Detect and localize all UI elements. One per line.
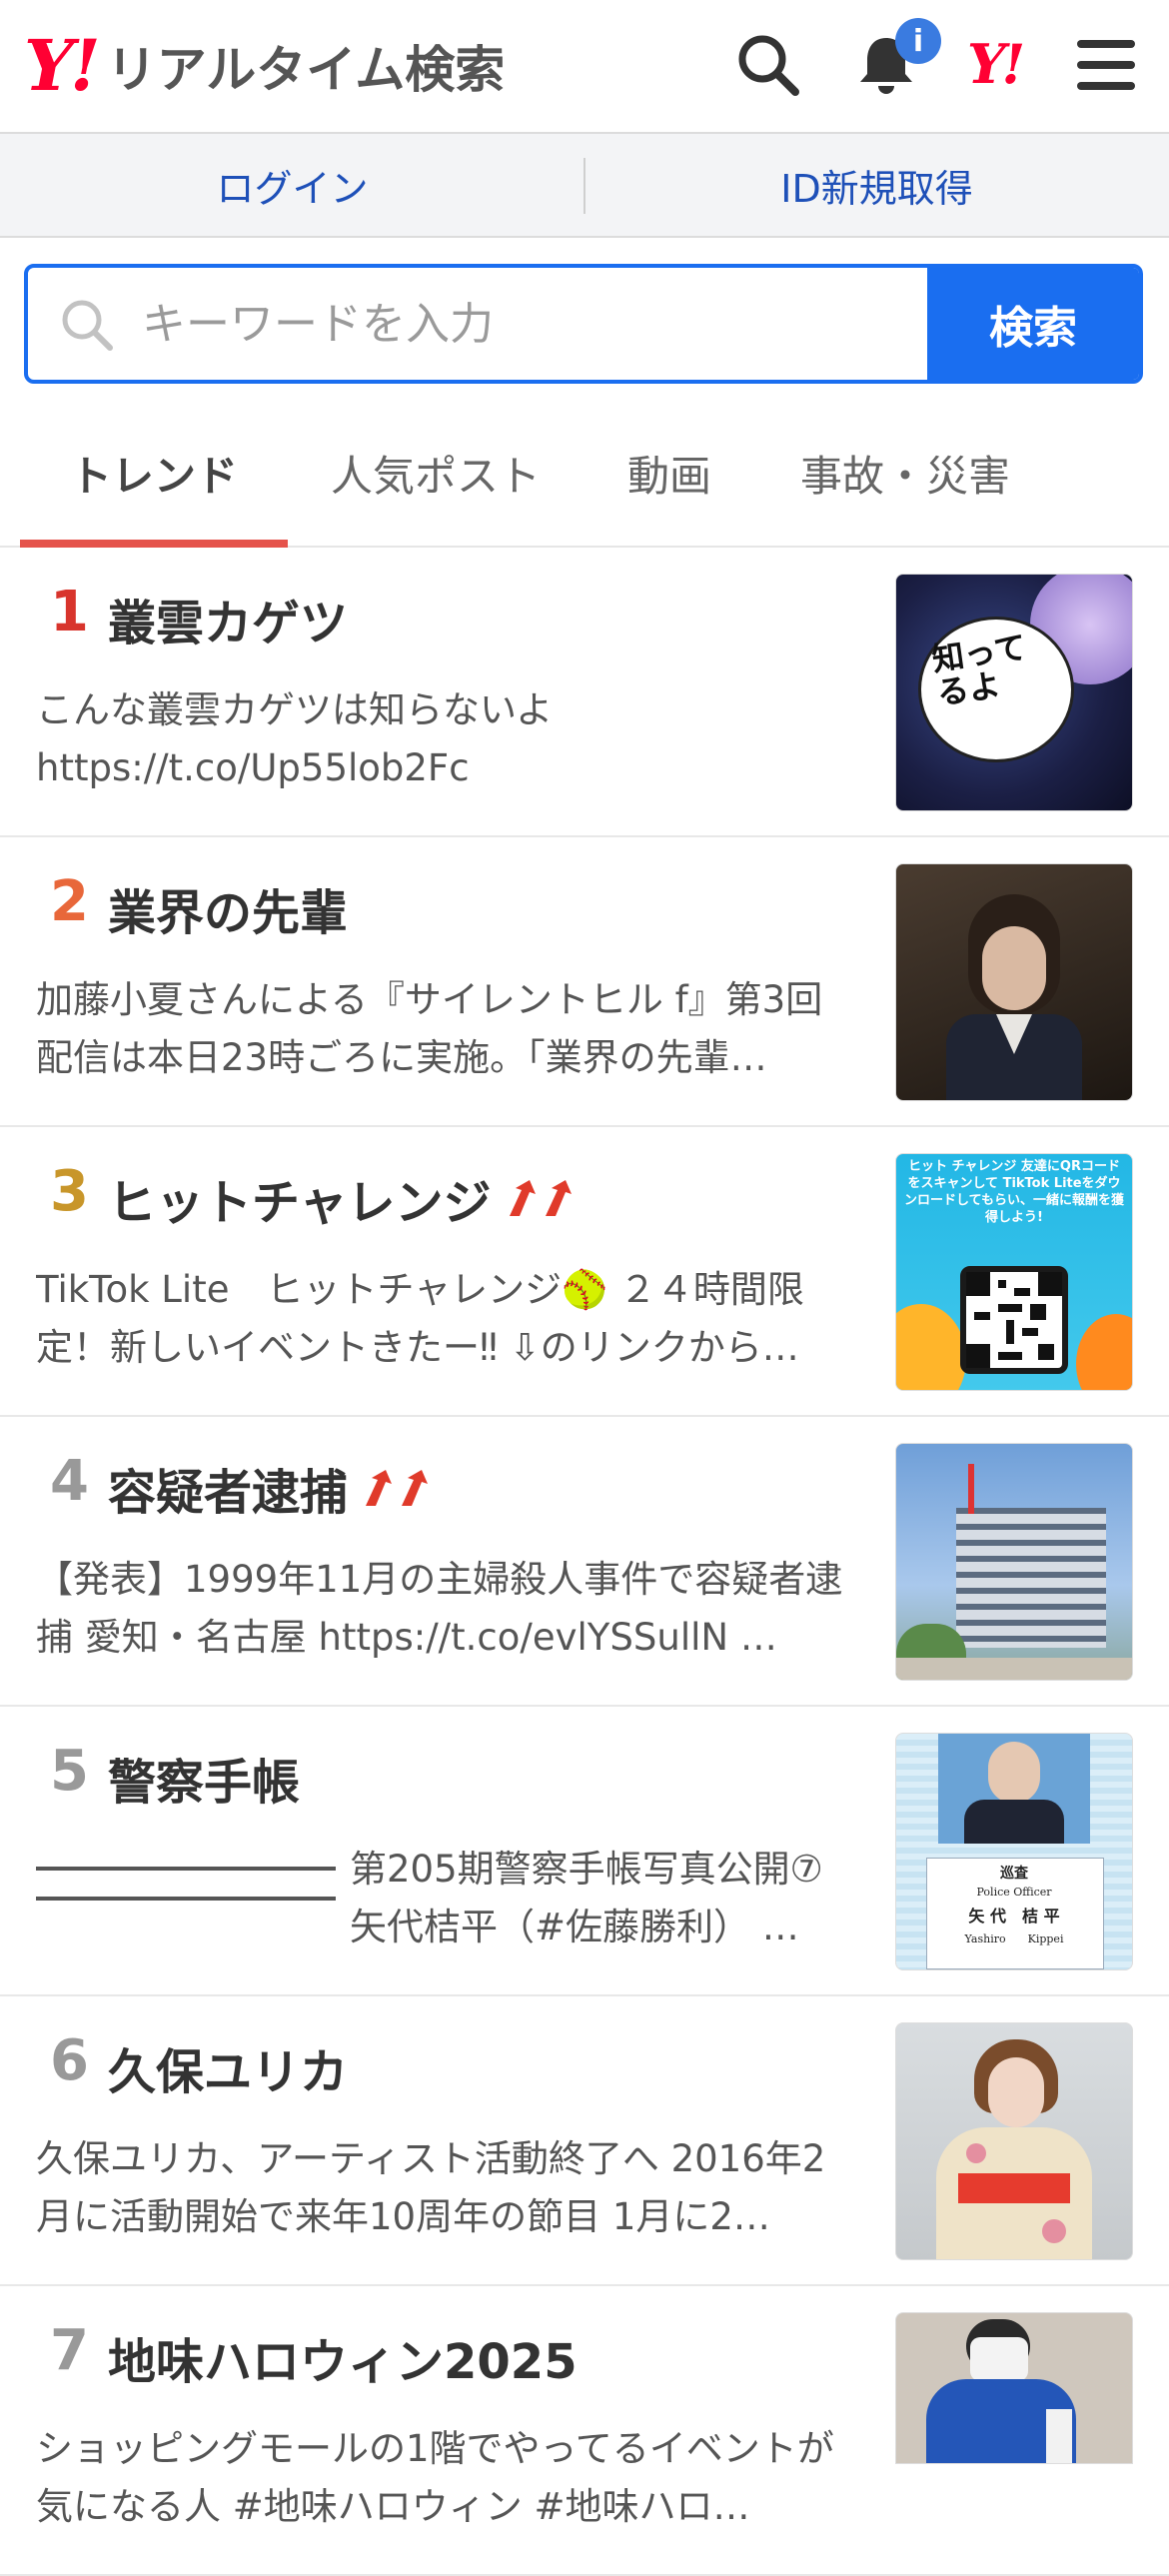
rank-number: 3	[50, 1159, 89, 1224]
trend-thumbnail[interactable]	[895, 2022, 1133, 2260]
trend-title: ヒットチャレンジ	[108, 1175, 492, 1231]
account-bar: ログイン ID新規取得	[0, 134, 1169, 238]
trend-thumbnail[interactable]: 知ってるよ	[895, 574, 1133, 811]
yahoo-realtime-logo[interactable]: Y! リアルタイム検索	[24, 26, 505, 106]
logo-title: リアルタイム検索	[106, 41, 506, 99]
rising-arrows-icon	[362, 1466, 442, 1510]
trend-thumbnail[interactable]	[895, 863, 1133, 1101]
trend-item[interactable]: 2 業界の先輩 加藤小夏さんによる『サイレントヒル f』第3回配信は本日23時ご…	[0, 837, 1169, 1127]
search-icon[interactable]	[733, 30, 803, 100]
trend-description: 【発表】1999年11月の主婦殺人事件で容疑者逮捕 愛知・名古屋 https:/…	[36, 1558, 843, 1659]
divider	[584, 158, 585, 214]
search-field[interactable]	[28, 268, 927, 380]
trend-description: 久保ユリカ、アーティスト活動終了へ 2016年2月に活動開始で来年10周年の節目…	[36, 2137, 826, 2238]
trend-description: TikTok Lite ヒットチャレンジ🥎 ２４時間限定！新しいイベントきたー‼…	[36, 1268, 804, 1369]
trend-title-row[interactable]: ヒットチャレンジ	[108, 1163, 585, 1233]
description-line-1: 第205期警察手帳写真公開⑦	[350, 1848, 823, 1891]
search-button[interactable]: 検索	[927, 268, 1139, 380]
trend-item[interactable]: 4 容疑者逮捕 【発表】1999年11月の主婦殺人事件で容疑者逮捕 愛知・名古屋…	[0, 1417, 1169, 1707]
trend-description: ショッピングモールの1階でやってるイベントが気になる人 #地味ハロウィン #地味…	[36, 2427, 834, 2528]
rank-number: 5	[50, 1739, 89, 1804]
separator-lines	[36, 1841, 336, 1927]
trend-item[interactable]: 6 久保ユリカ 久保ユリカ、アーティスト活動終了へ 2016年2月に活動開始で来…	[0, 1996, 1169, 2286]
search-field-icon	[58, 296, 114, 352]
description-line-2: 矢代桔平（#佐藤勝利） …	[350, 1906, 799, 1948]
rising-arrows-icon	[506, 1176, 585, 1220]
trend-title: 容疑者逮捕	[108, 1465, 349, 1521]
notification-badge[interactable]: i	[895, 18, 941, 64]
badge-rank: 巡査	[1000, 1866, 1028, 1882]
search-box: 検索	[24, 264, 1143, 384]
trend-item[interactable]: 1 叢雲カゲツ こんな叢雲カゲツは知らないよ https://t.co/Up55…	[0, 548, 1169, 837]
trend-item[interactable]: 3 ヒットチャレンジ TikTok Lite ヒットチャレンジ🥎 ２４時間限定！…	[0, 1127, 1169, 1417]
yahoo-home-icon[interactable]: Y!	[967, 32, 1025, 96]
trend-title[interactable]: 地味ハロウィン2025	[108, 2322, 578, 2392]
register-link[interactable]: ID新規取得	[584, 158, 1169, 213]
search-input[interactable]	[140, 297, 927, 351]
trend-description: 第205期警察手帳写真公開⑦ 矢代桔平（#佐藤勝利） …	[36, 1841, 855, 1956]
trend-thumbnail[interactable]	[895, 2312, 1133, 2464]
tab-accidents-disasters[interactable]: 事故・災害	[755, 400, 1055, 546]
rank-number: 7	[50, 2318, 89, 2383]
qr-code-image	[960, 1266, 1068, 1374]
trend-description: こんな叢雲カゲツは知らないよ https://t.co/Up55lob2Fc	[36, 688, 554, 789]
login-link[interactable]: ログイン	[0, 158, 584, 213]
trend-title[interactable]: 叢雲カゲツ	[108, 584, 348, 653]
thumbnail-caption: ヒット チャレンジ 友達にQRコードをスキャンして TikTok Liteをダウ…	[904, 1159, 1124, 1225]
rank-number: 1	[50, 580, 89, 644]
rank-number: 2	[50, 869, 89, 934]
trend-title-row[interactable]: 容疑者逮捕	[108, 1453, 442, 1523]
trend-title[interactable]: 警察手帳	[108, 1743, 300, 1813]
trend-item[interactable]: 5 警察手帳 第205期警察手帳写真公開⑦ 矢代桔平（#佐藤勝利） … 巡査 P…	[0, 1707, 1169, 1996]
badge-name: 矢 代 桔 平	[968, 1907, 1060, 1926]
badge-title: Police Officer	[976, 1886, 1052, 1899]
trend-thumbnail[interactable]	[895, 1443, 1133, 1681]
trend-thumbnail[interactable]: ヒット チャレンジ 友達にQRコードをスキャンして TikTok Liteをダウ…	[895, 1153, 1133, 1391]
tab-trend[interactable]: トレンド	[20, 400, 288, 548]
rank-number: 4	[50, 1449, 89, 1514]
trend-description: 加藤小夏さんによる『サイレントヒル f』第3回配信は本日23時ごろに実施。｢業界…	[36, 978, 823, 1079]
trend-thumbnail[interactable]: 巡査 Police Officer 矢 代 桔 平 Yashiro Kippei	[895, 1733, 1133, 1970]
trend-list: 1 叢雲カゲツ こんな叢雲カゲツは知らないよ https://t.co/Up55…	[0, 548, 1169, 2576]
badge-name-romaji: Yashiro Kippei	[964, 1932, 1064, 1945]
trend-title[interactable]: 久保ユリカ	[108, 2032, 348, 2102]
yahoo-logo-mark: Y!	[24, 24, 101, 107]
tab-videos[interactable]: 動画	[584, 400, 755, 546]
tab-popular-posts[interactable]: 人気ポスト	[288, 400, 584, 546]
hamburger-menu-icon[interactable]	[1071, 30, 1141, 100]
category-tabs: トレンド 人気ポスト 動画 事故・災害	[0, 400, 1169, 548]
trend-item[interactable]: 7 地味ハロウィン2025 ショッピングモールの1階でやってるイベントが気になる…	[0, 2286, 1169, 2576]
rank-number: 6	[50, 2028, 89, 2093]
app-header: Y! リアルタイム検索 i Y!	[0, 0, 1169, 134]
trend-title[interactable]: 業界の先輩	[108, 873, 348, 943]
